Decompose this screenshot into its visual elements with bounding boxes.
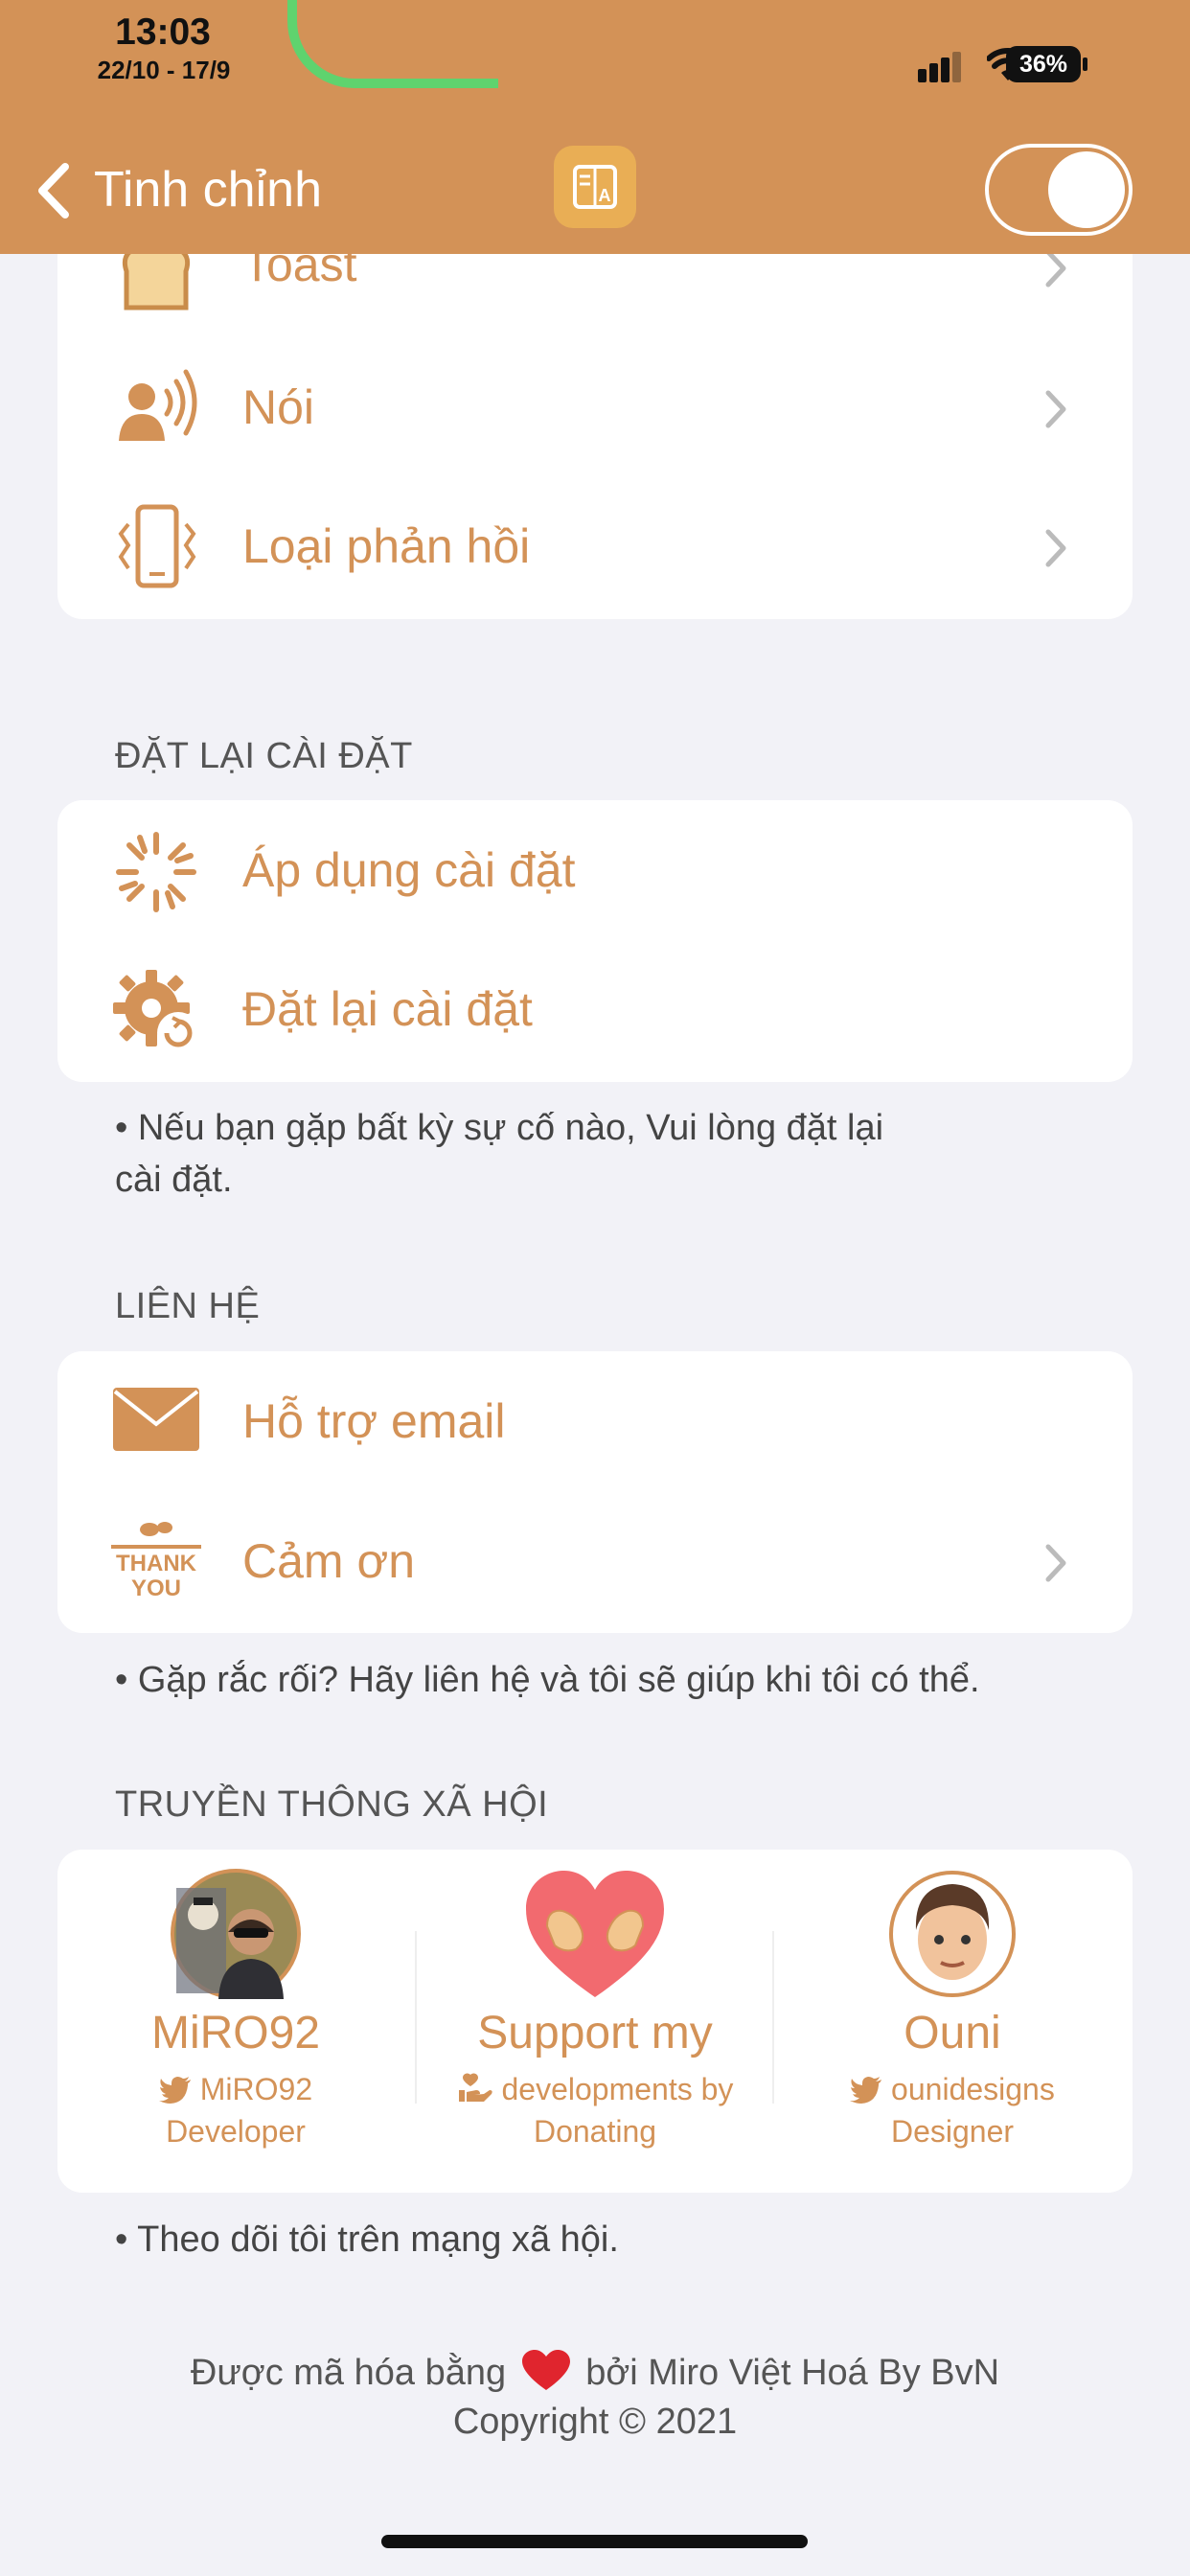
section-title-social: TRUYỀN THÔNG XÃ HỘI	[115, 1784, 549, 1825]
social-role-donate: Donating	[533, 2114, 657, 2149]
social-donate[interactable]: Support my developments by Donating	[423, 1869, 767, 2175]
cellular-signal-icon	[918, 52, 961, 82]
row-label-feedback-type: Loại phản hồi	[242, 519, 531, 573]
thank-you-icon: THANK YOU	[111, 1518, 201, 1604]
social-divider	[772, 1931, 774, 2104]
social-role-developer: Developer	[166, 2114, 306, 2149]
row-reset-settings[interactable]: Đặt lại cài đặt	[57, 958, 1133, 1064]
status-time: 13:03	[115, 12, 211, 53]
social-designer[interactable]: Ouni ounidesigns Designer	[780, 1869, 1125, 2175]
developer-avatar	[171, 1869, 301, 1999]
svg-text:A: A	[599, 186, 611, 205]
social-handle-text-donate: developments by	[501, 2072, 734, 2106]
footer-copyright: Copyright © 2021	[452, 2402, 738, 2442]
row-apply-settings[interactable]: Áp dụng cài đặt	[57, 819, 1133, 925]
gear-reset-icon	[113, 970, 199, 1054]
back-button[interactable]: Tinh chỉnh	[94, 161, 322, 218]
chevron-right-icon	[1045, 390, 1066, 428]
thank-you-text-1: THANK	[116, 1551, 196, 1576]
social-handle-text-developer: MiRO92	[199, 2072, 313, 2106]
social-developer[interactable]: MiRO92 MiRO92 Developer	[63, 1869, 408, 2175]
translate-app-icon: A	[554, 146, 636, 228]
footer-credit: Được mã hóa bằng bởi Miro Việt Hoá By Bv…	[0, 2350, 1190, 2394]
back-chevron-icon[interactable]	[34, 161, 73, 220]
donate-hand-icon	[458, 2073, 492, 2102]
reset-note-line1: • Nếu bạn gặp bất kỳ sự cố nào, Vui lòng…	[115, 1108, 884, 1148]
thank-you-rule	[111, 1545, 201, 1549]
social-divider	[415, 1931, 417, 2104]
social-name-donate: Support my	[477, 2008, 713, 2058]
row-feedback-type[interactable]: Loại phản hồi	[57, 494, 1133, 599]
row-thank-you[interactable]: THANK YOU Cảm ơn	[57, 1508, 1133, 1614]
heart-icon	[521, 2350, 570, 2390]
social-note: • Theo dõi tôi trên mạng xã hội.	[115, 2220, 619, 2260]
row-label-thank-you: Cảm ơn	[242, 1534, 416, 1588]
row-label-speak: Nói	[242, 380, 315, 434]
nav-header: 13:03 22/10 - 17/9 36% Tinh chỉnh A	[0, 0, 1190, 254]
battery-tip	[1083, 58, 1087, 71]
reset-note-line2: cài đặt.	[115, 1160, 233, 1200]
footer-credit-suffix: bởi Miro Việt Hoá By BvN	[585, 2353, 1000, 2393]
dynamic-indicator	[287, 0, 498, 88]
status-date-range: 22/10 - 17/9	[97, 56, 231, 84]
contact-note: • Gặp rắc rối? Hãy liên hệ và tôi sẽ giú…	[115, 1660, 980, 1700]
social-handle-designer: ounidesigns	[780, 2068, 1125, 2110]
section-title-reset: ĐẶT LẠI CÀI ĐẶT	[115, 736, 413, 776]
heart-hands-icon	[526, 1871, 664, 1997]
translate-book-icon: A	[573, 165, 617, 209]
designer-avatar	[889, 1871, 1016, 1997]
social-name-designer: Ouni	[904, 2008, 1001, 2058]
chevron-right-icon	[1045, 529, 1066, 567]
chevron-right-icon	[1045, 249, 1066, 288]
social-name-developer: MiRO92	[150, 2008, 321, 2058]
social-role-designer: Designer	[890, 2114, 1015, 2149]
haptic-phone-icon	[118, 504, 196, 588]
twitter-bird-icon	[850, 2077, 882, 2104]
social-handle-text-designer: ounidesigns	[891, 2072, 1055, 2106]
envelope-icon	[113, 1388, 199, 1451]
row-speak[interactable]: Nói	[57, 355, 1133, 460]
speaking-person-icon	[119, 369, 197, 441]
battery-indicator: 36%	[1006, 46, 1081, 82]
thank-you-text-2: YOU	[130, 1576, 181, 1601]
toggle-knob	[1048, 151, 1125, 228]
chevron-right-icon	[1045, 1544, 1066, 1582]
social-handle-developer: MiRO92	[63, 2068, 408, 2110]
row-email-support[interactable]: Hỗ trợ email	[57, 1368, 1133, 1474]
loading-spinner-icon	[116, 832, 196, 912]
footer-credit-prefix: Được mã hóa bằng	[190, 2353, 507, 2393]
row-label-email-support: Hỗ trợ email	[242, 1394, 506, 1448]
row-label-reset-settings: Đặt lại cài đặt	[242, 982, 533, 1036]
leaf-icon	[140, 1522, 172, 1536]
home-indicator[interactable]	[381, 2535, 808, 2548]
section-title-contact: LIÊN HỆ	[115, 1286, 261, 1326]
row-label-apply-settings: Áp dụng cài đặt	[242, 843, 576, 897]
social-handle-donate: developments by	[423, 2068, 767, 2110]
twitter-bird-icon	[158, 2077, 191, 2104]
